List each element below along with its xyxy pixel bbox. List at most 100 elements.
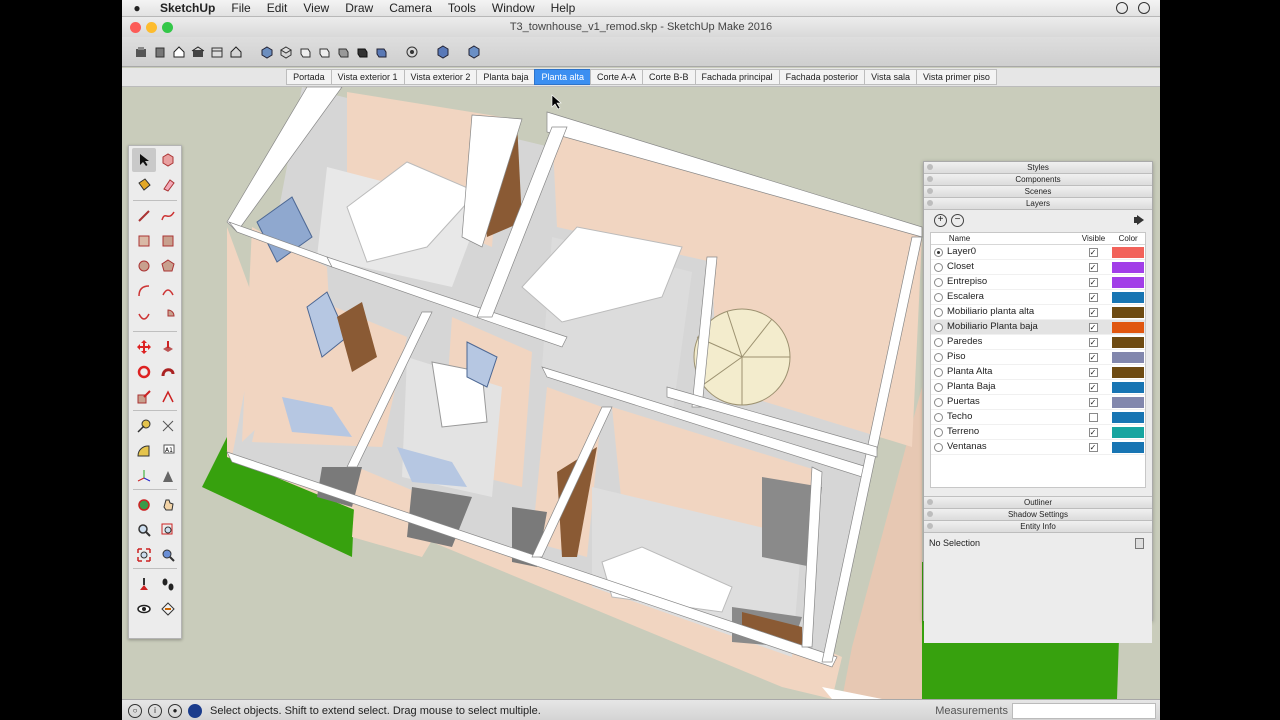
iso-view-icon[interactable] <box>258 43 276 61</box>
layers-details-arrow-icon[interactable] <box>1134 215 1144 228</box>
layer-row[interactable]: Escalera ✓ <box>931 290 1145 305</box>
layer-row[interactable]: Paredes ✓ <box>931 335 1145 350</box>
layer-visible-checkbox[interactable]: ✓ <box>1075 277 1111 287</box>
protractor-icon[interactable] <box>132 439 156 463</box>
menu-view[interactable]: View <box>295 1 337 15</box>
position-camera-icon[interactable] <box>403 43 421 61</box>
menu-tools[interactable]: Tools <box>440 1 484 15</box>
axes-icon[interactable] <box>132 464 156 488</box>
layer-active-radio[interactable] <box>931 397 945 407</box>
tab-planta-alta[interactable]: Planta alta <box>534 69 591 85</box>
warehouse-icon[interactable] <box>189 43 207 61</box>
layer-visible-checkbox[interactable]: ✓ <box>1075 337 1111 347</box>
layer-row[interactable]: Piso ✓ <box>931 350 1145 365</box>
xray-style-icon[interactable] <box>372 43 390 61</box>
look-around-tool-icon[interactable] <box>132 597 156 621</box>
layer-color[interactable] <box>1111 441 1145 453</box>
layer-color[interactable] <box>1111 426 1145 438</box>
layer-color[interactable] <box>1111 276 1145 288</box>
layer-row[interactable]: Planta Alta ✓ <box>931 365 1145 380</box>
layer-visible-checkbox[interactable]: ✓ <box>1075 427 1111 437</box>
left-view-icon[interactable] <box>353 43 371 61</box>
layer-color[interactable] <box>1111 321 1145 333</box>
help-icon[interactable] <box>188 703 202 718</box>
layer-name[interactable]: Puertas <box>945 395 1075 409</box>
layer-row[interactable]: Layer0 ✓ <box>931 245 1145 260</box>
paint-bucket-icon[interactable] <box>132 173 156 197</box>
position-camera-tool-icon[interactable] <box>132 572 156 596</box>
notification-icon[interactable] <box>1138 2 1150 14</box>
menu-draw[interactable]: Draw <box>337 1 381 15</box>
layer-visible-checkbox[interactable]: ✓ <box>1075 247 1111 257</box>
walk-icon[interactable] <box>434 43 452 61</box>
layer-visible-checkbox[interactable] <box>1075 412 1111 422</box>
layer-color[interactable] <box>1111 306 1145 318</box>
layer-name[interactable]: Paredes <box>945 335 1075 349</box>
layer-name[interactable]: Ventanas <box>945 440 1075 454</box>
orbit-icon[interactable] <box>132 493 156 517</box>
geo-location-icon[interactable]: ○ <box>128 703 142 718</box>
layer-name[interactable]: Planta Alta <box>945 365 1075 379</box>
layer-row[interactable]: Entrepiso ✓ <box>931 275 1145 290</box>
layer-active-radio[interactable] <box>931 442 945 452</box>
layer-active-radio[interactable] <box>931 352 945 362</box>
scale-icon[interactable] <box>132 385 156 409</box>
layer-row[interactable]: Planta Baja ✓ <box>931 380 1145 395</box>
layer-name[interactable]: Entrepiso <box>945 275 1075 289</box>
extension-icon[interactable] <box>208 43 226 61</box>
lock-icon[interactable] <box>1135 538 1144 549</box>
tray-section-outliner[interactable]: Outliner <box>924 497 1152 509</box>
column-name-header[interactable]: Name <box>945 233 1076 244</box>
rectangle-icon[interactable] <box>132 229 156 253</box>
house-icon[interactable] <box>170 43 188 61</box>
layer-name[interactable]: Piso <box>945 350 1075 364</box>
layer-visible-checkbox[interactable]: ✓ <box>1075 382 1111 392</box>
3d-text-icon[interactable] <box>156 464 180 488</box>
layer-visible-checkbox[interactable]: ✓ <box>1075 367 1111 377</box>
layer-color[interactable] <box>1111 261 1145 273</box>
layer-row[interactable]: Mobiliario planta alta ✓ <box>931 305 1145 320</box>
layer-active-radio[interactable] <box>931 307 945 317</box>
pie-icon[interactable] <box>156 304 180 328</box>
tab-fachada-principal[interactable]: Fachada principal <box>694 69 780 85</box>
layer-visible-checkbox[interactable]: ✓ <box>1075 322 1111 332</box>
menu-window[interactable]: Window <box>484 1 543 15</box>
layer-active-radio[interactable] <box>931 337 945 347</box>
front-view-icon[interactable] <box>296 43 314 61</box>
move-icon[interactable] <box>132 335 156 359</box>
close-window-button[interactable] <box>130 22 141 33</box>
layer-visible-checkbox[interactable]: ✓ <box>1075 307 1111 317</box>
layer-visible-checkbox[interactable]: ✓ <box>1075 292 1111 302</box>
layer-name[interactable]: Layer0 <box>945 245 1075 259</box>
layer-name[interactable]: Mobiliario Planta baja <box>945 320 1075 334</box>
credits-icon[interactable]: i <box>148 703 162 718</box>
rotate-icon[interactable] <box>132 360 156 384</box>
layer-active-radio[interactable] <box>931 322 945 332</box>
model-viewport[interactable]: A1 Styles Components Scenes Layers + − N… <box>122 87 1160 699</box>
two-point-arc-icon[interactable] <box>156 279 180 303</box>
offset-icon[interactable] <box>156 385 180 409</box>
layer-name[interactable]: Planta Baja <box>945 380 1075 394</box>
layer-color[interactable] <box>1111 396 1145 408</box>
tab-vista-sala[interactable]: Vista sala <box>864 69 917 85</box>
tab-portada[interactable]: Portada <box>286 69 332 85</box>
layer-active-radio[interactable] <box>931 412 945 422</box>
user-account-icon[interactable]: ● <box>168 703 182 718</box>
measurements-input[interactable] <box>1012 702 1156 719</box>
pan-icon[interactable] <box>156 493 180 517</box>
layer-row[interactable]: Mobiliario Planta baja ✓ <box>931 320 1145 335</box>
tab-vista-exterior-2[interactable]: Vista exterior 2 <box>403 69 478 85</box>
tray-section-styles[interactable]: Styles <box>924 162 1152 174</box>
make-component-icon[interactable] <box>156 148 180 172</box>
layer-row[interactable]: Terreno ✓ <box>931 425 1145 440</box>
arc-icon[interactable] <box>132 279 156 303</box>
share-model-icon[interactable] <box>151 43 169 61</box>
dimension-icon[interactable] <box>156 414 180 438</box>
layer-row[interactable]: Ventanas ✓ <box>931 440 1145 455</box>
layer-name[interactable]: Closet <box>945 260 1075 274</box>
layer-visible-checkbox[interactable]: ✓ <box>1075 397 1111 407</box>
layer-color[interactable] <box>1111 411 1145 423</box>
zoom-window-icon[interactable] <box>156 518 180 542</box>
top-view-icon[interactable] <box>277 43 295 61</box>
delete-layer-icon[interactable]: − <box>951 213 964 227</box>
